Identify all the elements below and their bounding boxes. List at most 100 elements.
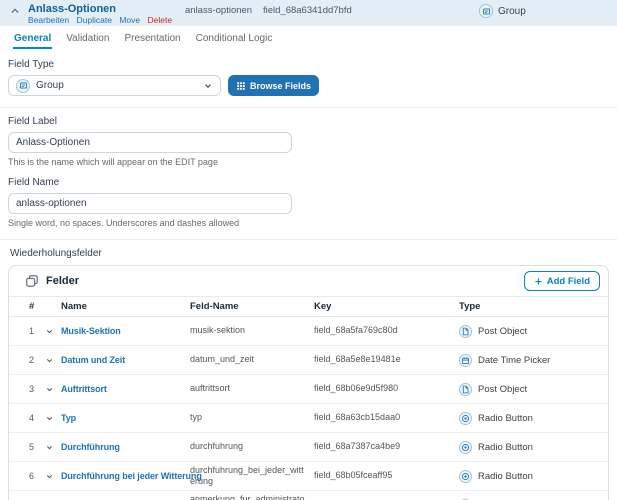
field-type-cell: Date Time Picker [459, 353, 608, 367]
col-feld-name: Feld-Name [190, 301, 239, 312]
field-key: field_68a7387ca4be9 [314, 441, 401, 452]
row-number: 5 [29, 442, 35, 452]
delete-action[interactable]: Delete [147, 15, 172, 25]
radio-button-icon [459, 440, 472, 454]
field-type-select[interactable]: Group [8, 75, 221, 96]
field-meta-key: field_68a6341dd7bfd [263, 5, 352, 16]
post-object-icon [459, 382, 472, 396]
field-row: 7Anmerkung für Administratoranmerkung_fu… [9, 491, 608, 500]
duplicate-action[interactable]: Duplicate [77, 15, 112, 25]
chevron-up-icon[interactable] [10, 6, 20, 16]
stack-icon [25, 274, 39, 288]
field-name-link[interactable]: Datum und Zeit [61, 355, 190, 365]
field-slug: musik-sektion [190, 325, 246, 336]
field-row: 4 Typ typ field_68a63cb15daa0 Radio Button [9, 404, 608, 433]
tab-presentation[interactable]: Presentation [123, 26, 181, 51]
field-key: field_68a63cb15daa0 [314, 412, 401, 423]
field-slug: auftrittsort [190, 383, 231, 394]
field-slug: durchfuhrung_bei_jeder_witterung [190, 464, 304, 486]
field-name-label: Field Name [8, 177, 60, 188]
field-actions: Bearbeiten Duplicate Move Delete [28, 15, 177, 25]
row-number: 3 [29, 384, 35, 394]
browse-fields-button[interactable]: Browse Fields [228, 75, 320, 96]
radio-button-icon [459, 411, 472, 425]
field-type-cell: Radio Button [459, 411, 608, 425]
row-number: 6 [29, 471, 35, 481]
chevron-down-icon[interactable] [45, 327, 61, 336]
chevron-down-icon [203, 81, 213, 91]
tab-conditional-logic[interactable]: Conditional Logic [195, 26, 274, 51]
field-key: field_68b05fceaff95 [314, 470, 393, 481]
group-icon [16, 78, 30, 93]
chevron-down-icon[interactable] [45, 443, 61, 452]
field-name-input[interactable] [8, 193, 292, 214]
chevron-down-icon[interactable] [45, 414, 61, 423]
field-name-help: Single word, no spaces. Underscores and … [8, 218, 240, 228]
field-type-cell: Radio Button [459, 469, 608, 483]
add-field-button[interactable]: Add Field [523, 271, 600, 291]
col-name: Name [61, 301, 87, 312]
field-row: 6 Durchführung bei jeder Witterung durchfu… [9, 462, 608, 491]
field-key: field_68a5fa769c80d [314, 325, 398, 336]
field-row: 5 Durchführung durchfuhrung field_68a7387ca… [9, 433, 608, 462]
tab-validation[interactable]: Validation [65, 26, 110, 51]
row-number: 1 [29, 326, 35, 336]
field-slug: durchfuhrung [190, 441, 244, 452]
field-meta-name: anlass-optionen [185, 5, 253, 16]
field-type-label: Field Type [8, 59, 54, 70]
post-object-icon [459, 324, 472, 338]
field-name-link[interactable]: Durchführung [61, 442, 190, 452]
subfields-panel-header: Felder Add Field [9, 266, 608, 297]
row-number: 4 [29, 413, 35, 423]
field-meta-type: Group [479, 4, 526, 18]
field-row: 3 Auftrittsort auftrittsort field_68b06e9d5… [9, 375, 608, 404]
field-type-value: Group [36, 80, 64, 91]
grid-icon [236, 81, 246, 91]
col-number: # [29, 301, 35, 312]
group-icon [479, 4, 493, 18]
field-type-label: Radio Button [478, 441, 533, 453]
date-time-picker-icon [459, 353, 472, 367]
radio-button-icon [459, 469, 472, 483]
row-number: 2 [29, 355, 35, 365]
field-label-help: This is the name which will appear on th… [8, 157, 218, 167]
chevron-down-icon[interactable] [45, 472, 61, 481]
field-type-label: Post Object [478, 383, 528, 395]
field-type-section: Field Type Group Browse Fields [0, 51, 617, 107]
field-label-label: Field Label [8, 116, 57, 127]
field-type-cell: Post Object [459, 382, 608, 396]
add-field-label: Add Field [546, 275, 590, 287]
field-type-label: Radio Button [478, 470, 533, 482]
browse-fields-label: Browse Fields [250, 80, 312, 91]
field-name-link[interactable]: Musik-Sektion [61, 326, 190, 336]
fields-table-body: 1 Musik-Sektion musik-sektion field_68a5fa7… [9, 317, 608, 500]
move-action[interactable]: Move [119, 15, 140, 25]
field-type-label: Radio Button [478, 412, 533, 424]
subfields-panel-title: Felder [46, 275, 80, 287]
fields-table-header: # Name Feld-Name Key Type [9, 297, 608, 317]
field-title-link[interactable]: Anlass-Optionen [28, 3, 116, 15]
field-row: 1 Musik-Sektion musik-sektion field_68a5fa7… [9, 317, 608, 346]
field-name-link[interactable]: Auftrittsort [61, 384, 190, 394]
field-name-link[interactable]: Durchführung bei jeder Witterung [61, 471, 202, 481]
chevron-down-icon[interactable] [45, 356, 61, 365]
field-type-label: Date Time Picker [478, 354, 551, 366]
field-header-bar: Anlass-Optionen Bearbeiten Duplicate Mov… [0, 0, 617, 26]
field-label-section: Field Label This is the name which will … [0, 108, 617, 239]
field-key: field_68b06e9d5f980 [314, 383, 399, 394]
field-type-cell: Radio Button [459, 440, 608, 454]
field-slug: datum_und_zeit [190, 354, 255, 365]
edit-action[interactable]: Bearbeiten [28, 15, 69, 25]
field-key: field_68a5e8e19481e [314, 354, 401, 365]
chevron-down-icon[interactable] [45, 385, 61, 394]
field-slug: typ [190, 412, 203, 423]
field-slug: anmerkung_fur_administrator [190, 493, 305, 500]
field-label-input[interactable] [8, 132, 292, 153]
field-type-label: Post Object [478, 325, 528, 337]
subfields-panel: Felder Add Field # Name Feld-Name Key Ty… [8, 265, 609, 500]
field-row: 2 Datum und Zeit datum_und_zeit field_68a5e… [9, 346, 608, 375]
field-name-link[interactable]: Typ [61, 413, 190, 423]
settings-tabs: General Validation Presentation Conditio… [0, 26, 617, 51]
tab-general[interactable]: General [13, 26, 53, 51]
plus-icon [534, 277, 543, 286]
